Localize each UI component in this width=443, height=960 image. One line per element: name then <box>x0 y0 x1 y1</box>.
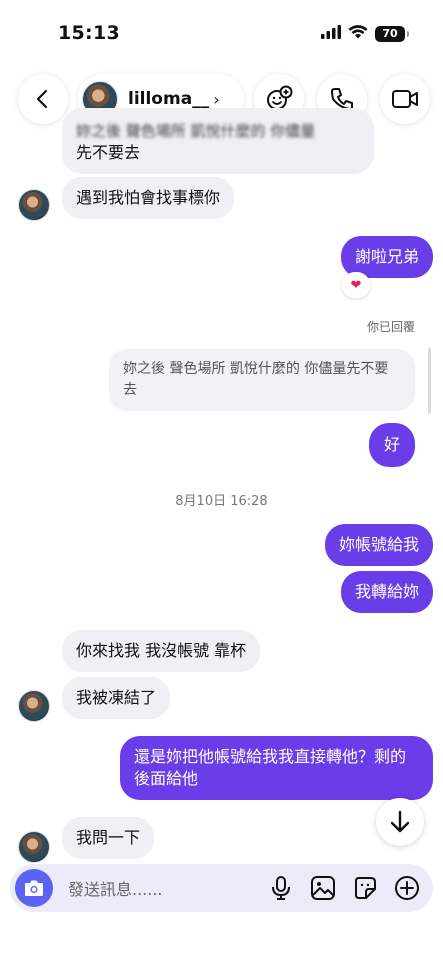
sticker-button[interactable] <box>351 874 379 902</box>
arrow-down-icon <box>390 810 410 833</box>
image-icon <box>311 876 335 900</box>
replied-label: 你已回覆 <box>366 320 415 334</box>
message-text: 謝啦兄弟 <box>354 247 419 266</box>
message-received: 我問一下 <box>62 817 155 859</box>
video-camera-icon <box>392 90 418 108</box>
message-received: 我被凍結了 <box>62 677 171 719</box>
heart-icon: ❤ <box>350 277 362 293</box>
avatar <box>18 189 50 221</box>
scroll-to-bottom-button[interactable] <box>376 798 424 846</box>
quoted-message[interactable]: 妳之後 聲色場所 凱悅什麼的 你儘量先不要去 <box>109 349 415 411</box>
microphone-icon <box>272 876 290 900</box>
composer-actions <box>267 874 421 902</box>
back-arrow-icon <box>36 89 48 109</box>
message-text: 我問一下 <box>76 828 141 847</box>
status-time: 15:13 <box>58 22 120 44</box>
message-sent: 我轉給妳 <box>340 571 433 613</box>
chevron-right-icon: › <box>213 89 220 109</box>
sticker-icon <box>355 877 376 899</box>
quote-indicator <box>428 348 431 414</box>
message-sent: 妳帳號給我 <box>324 524 433 566</box>
message-text: 我轉給妳 <box>354 582 419 601</box>
status-bar: 15:13 70 <box>0 0 443 62</box>
camera-button[interactable] <box>15 869 53 907</box>
signal-icon <box>321 24 341 43</box>
timestamp-divider: 8月10日 16:28 <box>175 494 268 509</box>
message-text: 妳帳號給我 <box>338 535 419 554</box>
battery-icon: 70 <box>375 25 409 42</box>
message-received: 你來找我 我沒帳號 靠杯 <box>62 630 261 672</box>
message-input[interactable]: 發送訊息...... <box>68 876 248 900</box>
video-call-button[interactable] <box>380 74 430 124</box>
message-text: 好 <box>383 435 400 454</box>
message-text: 你來找我 我沒帳號 靠杯 <box>76 641 247 660</box>
camera-icon <box>25 880 43 896</box>
microphone-button[interactable] <box>267 874 295 902</box>
header-username: lilloma__ <box>128 89 210 109</box>
gallery-button[interactable] <box>309 874 337 902</box>
plus-circle-icon <box>395 876 419 900</box>
message-text: 還是妳把他帳號給我我直接轉他？剩的後面給他 <box>134 747 407 788</box>
message-sent: 好 <box>369 423 415 467</box>
message-composer: 發送訊息...... <box>10 864 433 912</box>
back-button[interactable] <box>18 74 68 124</box>
avatar <box>18 690 50 722</box>
more-button[interactable] <box>393 874 421 902</box>
message-received: 遇到我怕會找事標你 <box>62 177 235 219</box>
wifi-icon <box>348 24 368 43</box>
message-text: 先不要去 <box>76 143 141 162</box>
status-icons: 70 <box>321 24 409 43</box>
message-text: 遇到我怕會找事標你 <box>76 188 221 207</box>
heart-reaction[interactable]: ❤ <box>342 272 370 298</box>
message-text: 我被凍結了 <box>76 688 157 707</box>
message-text: 妳之後 聲色場所 凱悅什麼的 你儘量 <box>76 122 316 140</box>
avatar <box>18 831 50 863</box>
message-sent: 還是妳把他帳號給我我直接轉他？剩的後面給他 <box>120 736 433 800</box>
message-received: 妳之後 聲色場所 凱悅什麼的 你儘量 先不要去 <box>62 108 374 174</box>
